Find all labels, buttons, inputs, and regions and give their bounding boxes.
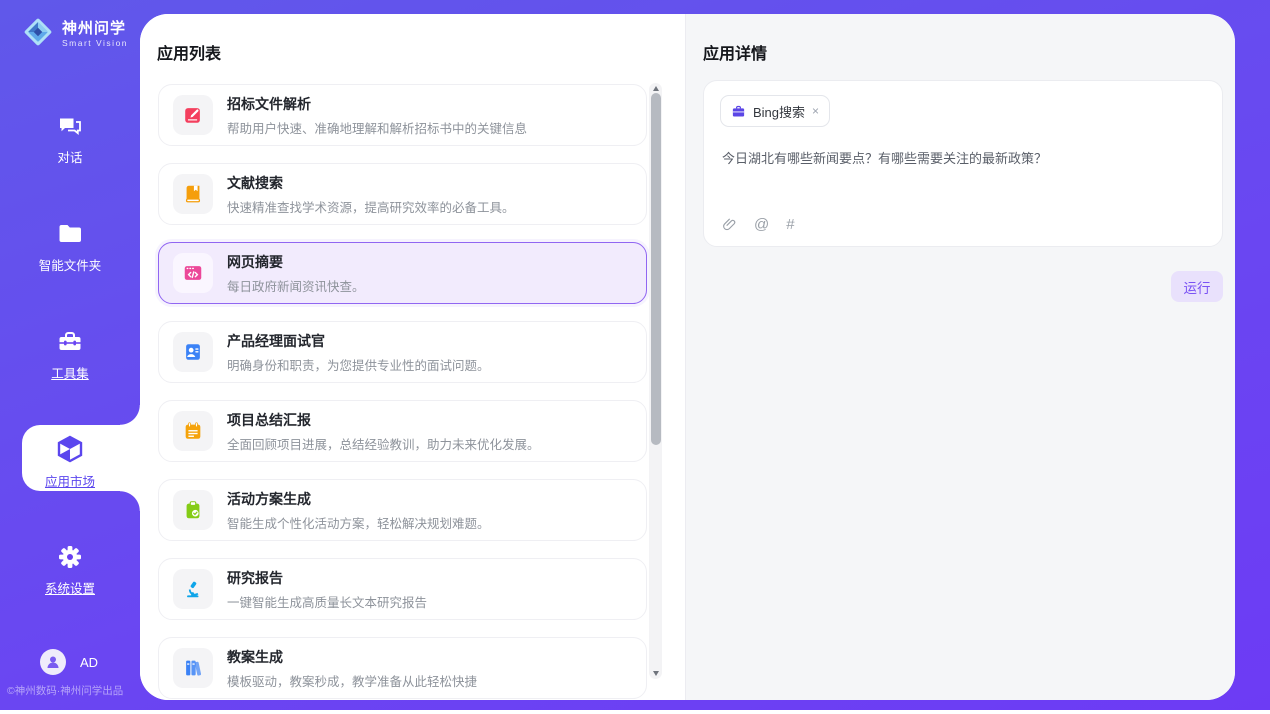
diamond-logo-icon [22, 16, 54, 48]
app-card-title: 研究报告 [227, 568, 427, 588]
brand-logo: 神州问学 Smart Vision [22, 16, 128, 48]
books-icon [173, 648, 213, 688]
app-card-desc: 模板驱动，教案秒成，教学准备从此轻松快捷 [227, 671, 477, 690]
prompt-card: Bing搜索 × 今日湖北有哪些新闻要点？有哪些需要关注的最新政策？ @ # [703, 80, 1223, 247]
main-panel: 应用列表 招标文件解析 帮助用户快速、准确地理解和解析招标书中的关键信息 [140, 14, 1235, 700]
sidebar-item-settings[interactable]: 系统设置 [0, 543, 140, 597]
app-card-desc: 快速精准查找学术资源，提高研究效率的必备工具。 [227, 197, 515, 216]
tool-chip-bing-search[interactable]: Bing搜索 × [720, 95, 830, 127]
attachment-toolbar: @ # [722, 216, 795, 233]
notch-top [120, 405, 140, 425]
sidebar-item-label: 工具集 [51, 363, 89, 382]
app-detail-title: 应用详情 [703, 40, 767, 64]
app-card-title: 产品经理面试官 [227, 331, 490, 351]
app-card-desc: 智能生成个性化活动方案，轻松解决规划难题。 [227, 513, 490, 532]
app-card-bid-parse[interactable]: 招标文件解析 帮助用户快速、准确地理解和解析招标书中的关键信息 [158, 84, 647, 146]
app-detail-section: 应用详情 Bing搜索 × 今日湖北有哪些新闻要点？有哪些需要关注的最新政策？ [685, 14, 1235, 700]
app-card-project-summary[interactable]: 项目总结汇报 全面回顾项目进展，总结经验教训，助力未来优化发展。 [158, 400, 647, 462]
avatar [40, 649, 66, 675]
briefcase-icon [731, 104, 746, 119]
paperclip-icon[interactable] [722, 217, 737, 233]
close-icon[interactable]: × [812, 104, 819, 118]
app-card-desc: 明确身份和职责，为您提供专业性的面试问题。 [227, 355, 490, 374]
app-list-title: 应用列表 [157, 40, 221, 64]
app-card-desc: 每日政府新闻资讯快查。 [227, 276, 365, 295]
mention-icon[interactable]: @ [754, 216, 769, 233]
sidebar-item-label: 应用市场 [45, 471, 95, 490]
chat-icon [56, 112, 84, 140]
sidebar-item-toolset[interactable]: 工具集 [0, 328, 140, 382]
list-scrollbar[interactable] [649, 83, 662, 679]
doc-edit-icon [173, 95, 213, 135]
app-list: 招标文件解析 帮助用户快速、准确地理解和解析招标书中的关键信息 文献搜索 [158, 84, 647, 699]
folder-icon [56, 220, 84, 248]
cube-icon [55, 434, 85, 464]
app-card-lesson-plan[interactable]: 教案生成 模板驱动，教案秒成，教学准备从此轻松快捷 [158, 637, 647, 699]
app-card-research-report[interactable]: 研究报告 一键智能生成高质量长文本研究报告 [158, 558, 647, 620]
app-card-desc: 一键智能生成高质量长文本研究报告 [227, 592, 427, 611]
user-account[interactable]: AD [40, 649, 98, 675]
app-card-event-plan[interactable]: 活动方案生成 智能生成个性化活动方案，轻松解决规划难题。 [158, 479, 647, 541]
tool-chip-label: Bing搜索 [753, 102, 805, 121]
scrollbar-thumb[interactable] [651, 93, 661, 445]
app-card-title: 项目总结汇报 [227, 410, 540, 430]
app-frame: 神州问学 Smart Vision 对话 智能文件夹 [0, 0, 1270, 710]
user-name: AD [80, 655, 98, 670]
browser-code-icon [173, 253, 213, 293]
sidebar-item-label: 系统设置 [45, 578, 95, 597]
run-button[interactable]: 运行 [1171, 271, 1223, 302]
sidebar-item-app-market[interactable]: 应用市场 [0, 434, 140, 490]
app-card-title: 活动方案生成 [227, 489, 490, 509]
prompt-text[interactable]: 今日湖北有哪些新闻要点？有哪些需要关注的最新政策？ [722, 149, 1202, 169]
summary-icon [173, 411, 213, 451]
toolbox-icon [56, 328, 84, 356]
notch-bottom [120, 491, 140, 511]
scroll-down-icon[interactable] [653, 671, 659, 676]
sidebar-item-chat[interactable]: 对话 [0, 112, 140, 166]
copyright: ©神州数码·神州问学出品 [7, 683, 143, 698]
interview-icon [173, 332, 213, 372]
brand-name: 神州问学 [62, 17, 128, 38]
microscope-icon [173, 569, 213, 609]
app-card-pm-interviewer[interactable]: 产品经理面试官 明确身份和职责，为您提供专业性的面试问题。 [158, 321, 647, 383]
gear-icon [56, 543, 84, 571]
sidebar-item-label: 对话 [57, 147, 82, 166]
app-card-title: 招标文件解析 [227, 94, 527, 114]
app-card-title: 网页摘要 [227, 252, 365, 272]
book-icon [173, 174, 213, 214]
sidebar-item-label: 智能文件夹 [39, 255, 102, 274]
hashtag-icon[interactable]: # [786, 216, 794, 233]
app-card-desc: 帮助用户快速、准确地理解和解析招标书中的关键信息 [227, 118, 527, 137]
sidebar: 神州问学 Smart Vision 对话 智能文件夹 [0, 0, 140, 710]
sidebar-item-smart-folder[interactable]: 智能文件夹 [0, 220, 140, 274]
app-card-desc: 全面回顾项目进展，总结经验教训，助力未来优化发展。 [227, 434, 540, 453]
app-card-literature-search[interactable]: 文献搜索 快速精准查找学术资源，提高研究效率的必备工具。 [158, 163, 647, 225]
clipboard-check-icon [173, 490, 213, 530]
brand-subtitle: Smart Vision [62, 38, 128, 48]
app-card-title: 文献搜索 [227, 173, 515, 193]
scroll-up-icon[interactable] [653, 86, 659, 91]
app-list-section: 应用列表 招标文件解析 帮助用户快速、准确地理解和解析招标书中的关键信息 [140, 14, 685, 700]
app-card-web-summary[interactable]: 网页摘要 每日政府新闻资讯快查。 [158, 242, 647, 304]
app-card-title: 教案生成 [227, 647, 477, 667]
